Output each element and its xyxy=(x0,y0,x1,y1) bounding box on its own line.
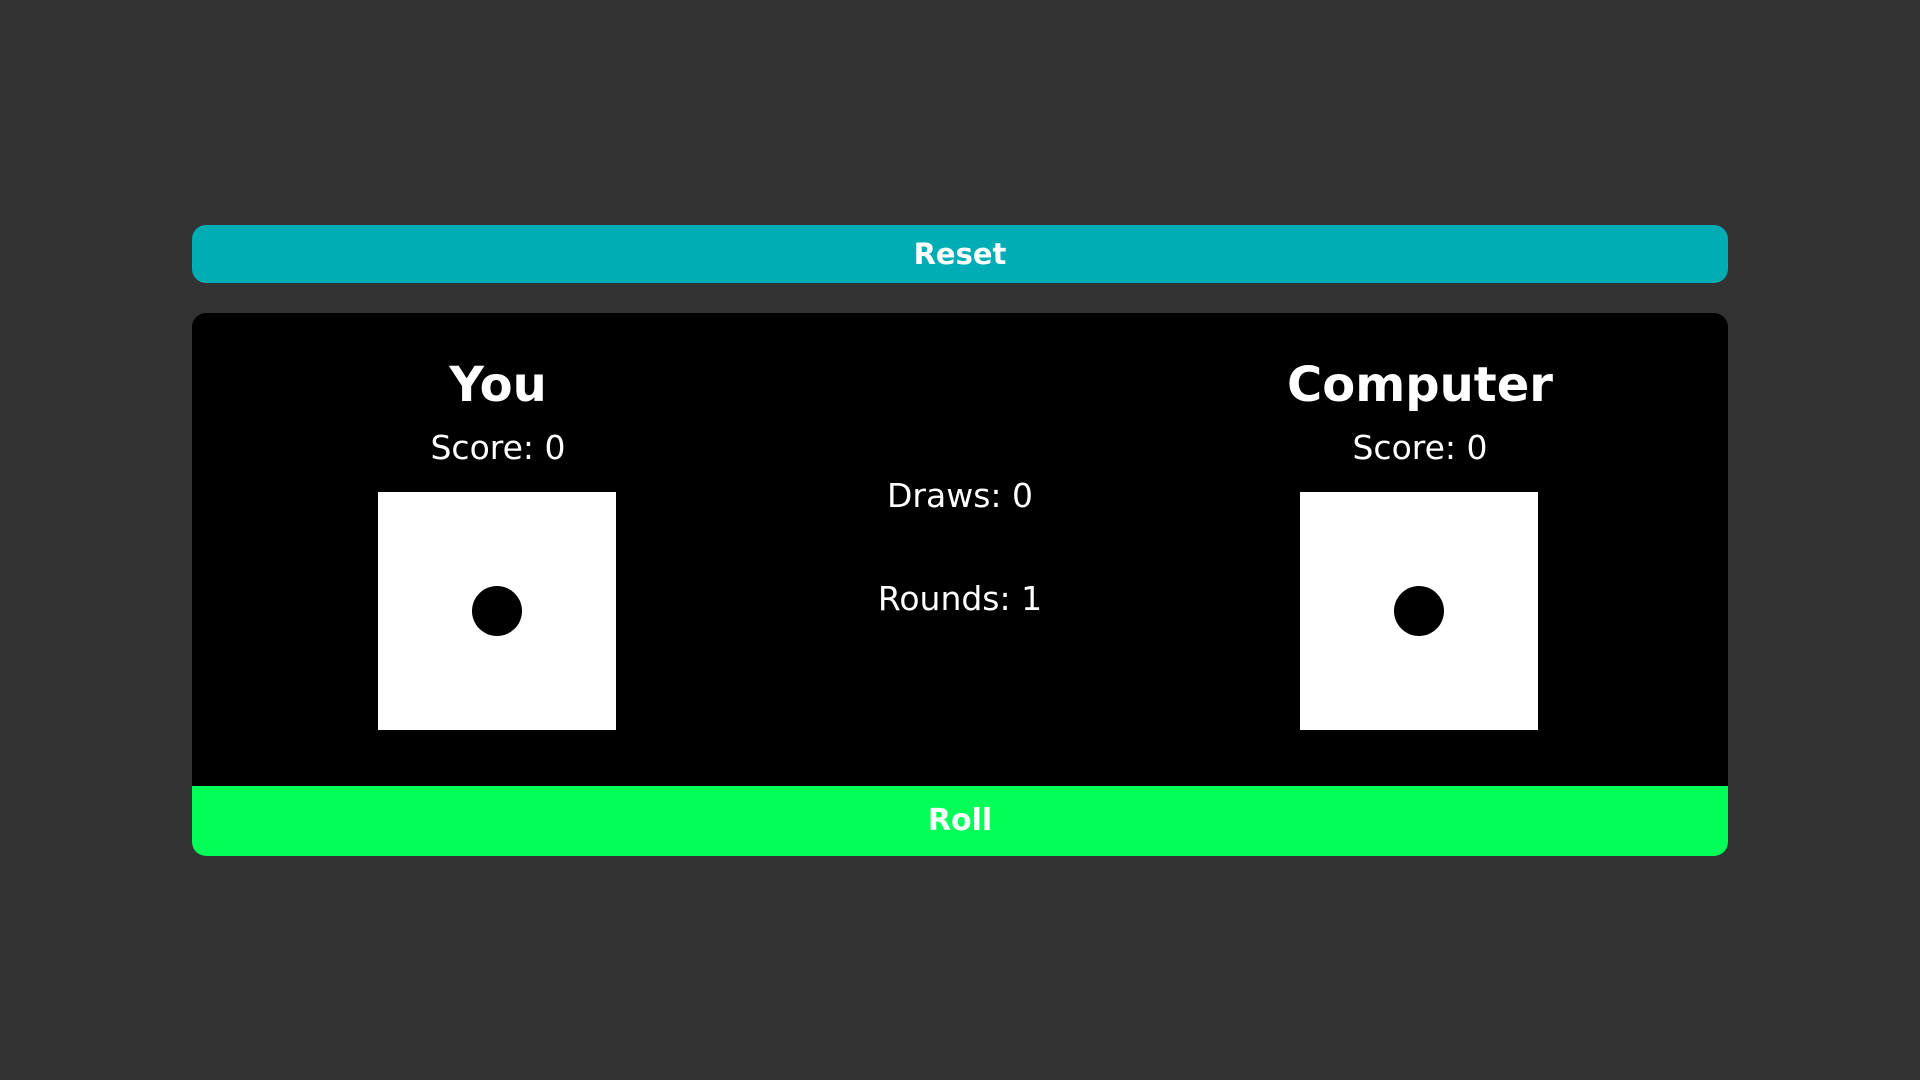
roll-button[interactable]: Roll xyxy=(192,786,1728,856)
player-score: Score: 0 xyxy=(430,428,566,467)
page: { "colors": { "background": "#333333", "… xyxy=(0,0,1920,1080)
rounds-count: Rounds: 1 xyxy=(877,579,1043,618)
game-panel: You Score: 0 Draws: 0 Rounds: 1 Computer… xyxy=(192,313,1728,856)
computer-score: Score: 0 xyxy=(1352,428,1488,467)
player-die xyxy=(378,492,616,730)
die-pip xyxy=(472,586,522,636)
computer-die xyxy=(1300,492,1538,730)
draws-count: Draws: 0 xyxy=(887,476,1033,515)
player-name: You xyxy=(449,357,547,413)
reset-button[interactable]: Reset xyxy=(192,225,1728,283)
computer-name: Computer xyxy=(1287,357,1553,413)
die-pip xyxy=(1394,586,1444,636)
